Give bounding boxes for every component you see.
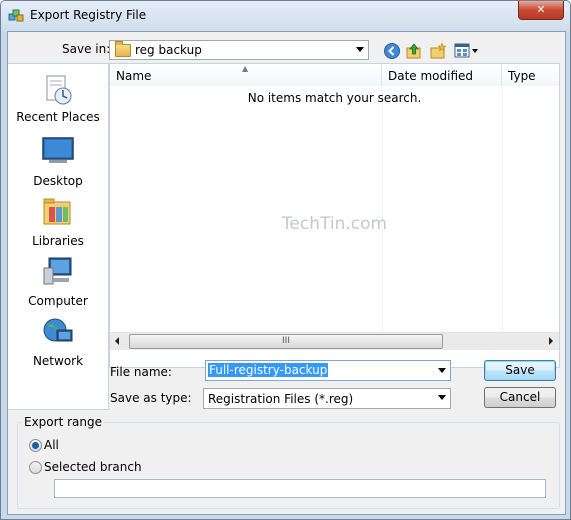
chevron-down-icon [356,47,364,52]
registry-editor-icon [8,9,24,22]
column-divider [502,86,503,332]
up-folder-icon[interactable] [405,42,423,60]
title-bar[interactable]: Export Registry File ✕ [1,1,570,31]
radio-all[interactable] [29,439,42,452]
folder-icon [115,41,131,57]
save-as-type-label: Save as type: [110,391,192,405]
views-menu-icon[interactable] [454,42,480,60]
cancel-button[interactable]: Cancel [484,387,556,408]
place-label: Desktop [33,174,83,188]
radio-all-label[interactable]: All [44,438,59,452]
place-label: Libraries [32,234,84,248]
chevron-down-icon[interactable] [438,368,446,373]
scroll-left-icon[interactable] [115,337,119,345]
column-header-date-modified[interactable]: Date modified [382,64,502,86]
place-libraries[interactable]: Libraries [8,196,108,252]
close-button[interactable]: ✕ [518,1,564,20]
save-as-type-dropdown[interactable]: Registration Files (*.reg) [203,388,451,409]
grip-icon: III [282,336,290,346]
column-header-type[interactable]: Type [502,64,559,86]
file-list[interactable]: Name ▲ Date modified Type No items match… [109,63,560,368]
place-label: Network [32,354,84,368]
column-date-label: Date modified [388,69,474,83]
scroll-right-icon[interactable] [549,337,553,345]
place-recent-places[interactable]: Recent Places [8,74,108,132]
save-in-value: reg backup [135,43,202,57]
scroll-thumb[interactable]: III [129,334,443,349]
place-network[interactable]: Network [8,316,108,372]
sort-ascending-icon: ▲ [242,64,249,73]
horizontal-scrollbar[interactable]: III [110,332,559,350]
desktop-icon [42,137,74,163]
save-button[interactable]: Save [484,360,556,381]
save-in-label: Save in: [62,42,111,56]
radio-selected-branch-label[interactable]: Selected branch [44,460,142,474]
network-icon [43,318,73,342]
chevron-down-icon [438,395,446,400]
dialog-title: Export Registry File [30,8,147,22]
save-as-type-value: Registration Files (*.reg) [208,392,354,406]
close-icon: ✕ [536,3,546,16]
back-icon[interactable] [383,42,401,60]
column-type-label: Type [508,69,536,83]
new-folder-icon[interactable] [429,42,447,60]
place-label: Computer [28,294,88,308]
export-registry-dialog: Export Registry File ✕ Save in: reg back… [0,0,571,520]
watermark-text: TechTin.com [281,214,388,234]
computer-icon [43,257,72,285]
place-label: Recent Places [16,110,100,124]
places-bar: Recent Places Desktop Libraries Computer… [8,63,109,410]
file-name-label: File name: [110,365,172,379]
empty-message: No items match your search. [247,91,422,105]
column-divider [382,86,383,332]
file-name-input[interactable]: Full-registry-backup [205,360,451,381]
column-header-name[interactable]: Name ▲ [110,64,382,86]
libraries-icon [43,198,71,225]
selected-branch-input[interactable] [54,479,546,498]
place-desktop[interactable]: Desktop [8,136,108,192]
file-name-value: Full-registry-backup [208,363,329,377]
export-range-label: Export range [22,415,104,429]
column-name-label: Name [116,69,152,83]
radio-selected-branch[interactable] [29,461,42,474]
dialog-body: Save in: reg backup Recent Places Deskto… [7,31,566,515]
place-computer[interactable]: Computer [8,256,108,312]
recent-places-icon [46,75,72,105]
save-in-dropdown[interactable]: reg backup [109,40,369,60]
